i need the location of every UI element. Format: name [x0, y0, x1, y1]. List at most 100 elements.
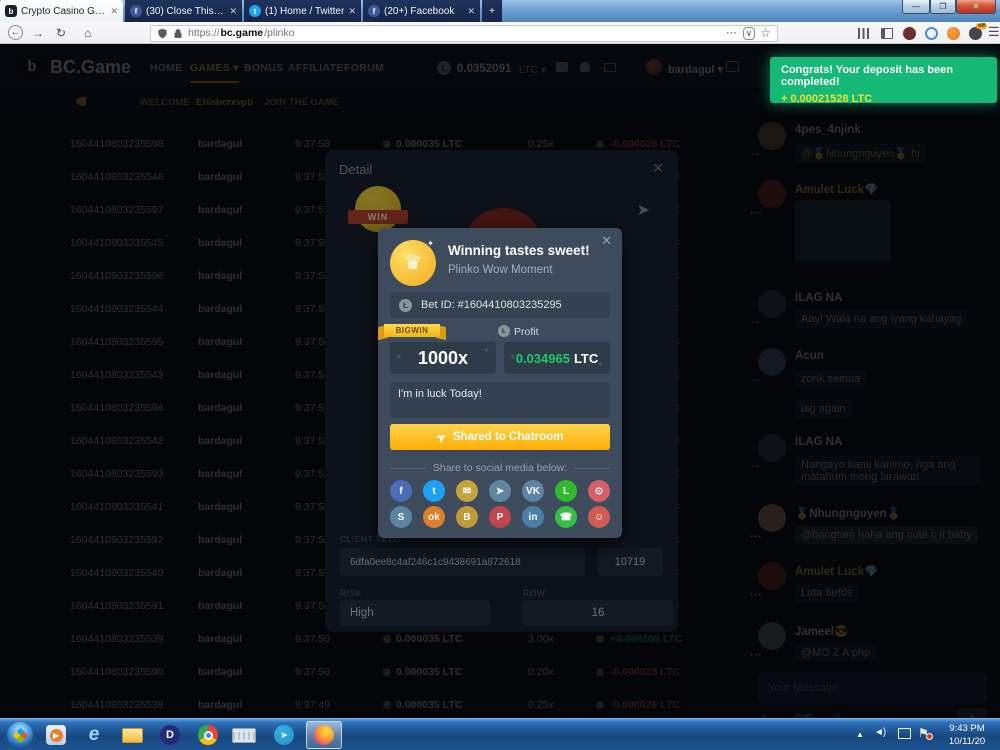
avatar[interactable]: [758, 348, 786, 376]
social-share-icon[interactable]: B: [456, 506, 478, 528]
deposit-toast[interactable]: Congrats! Your deposit has been complete…: [770, 57, 997, 103]
avatar[interactable]: [758, 180, 786, 208]
nav-bonus[interactable]: BONUS: [244, 62, 283, 74]
bcgame-logo-text[interactable]: BC.Game: [50, 57, 131, 78]
tab-crypto-casino[interactable]: b Crypto Casino Games - The 16 ✕: [0, 0, 123, 22]
social-share-icon[interactable]: f: [390, 480, 412, 502]
bet-row[interactable]: 1604410803235590 bardagul 9:37:50 0.0000…: [0, 656, 745, 689]
tray-network-icon[interactable]: [898, 728, 911, 739]
wallet-icon[interactable]: [556, 62, 568, 72]
profile-icon[interactable]: [580, 62, 590, 72]
dialog-close-icon[interactable]: ✕: [652, 160, 664, 177]
window-minimize-button[interactable]: —: [902, 0, 930, 14]
tab-twitter[interactable]: t (1) Home / Twitter ✕: [244, 0, 361, 22]
tab-close-icon[interactable]: ✕: [229, 6, 237, 17]
social-share-icon[interactable]: t: [423, 480, 445, 502]
currency-dropdown[interactable]: LTC ▾: [519, 64, 546, 76]
avatar[interactable]: [758, 434, 786, 462]
taskbar-file-explorer[interactable]: [120, 723, 144, 747]
taskbar-internet-explorer[interactable]: e: [82, 723, 106, 747]
social-share-icon[interactable]: ✉: [456, 480, 478, 502]
tab-close-icon[interactable]: ✕: [348, 6, 356, 17]
start-button[interactable]: [7, 722, 33, 748]
tab-facebook[interactable]: f (20+) Facebook ✕: [363, 0, 480, 22]
social-share-icon[interactable]: S: [390, 506, 412, 528]
social-share-icon[interactable]: ☎: [555, 506, 577, 528]
back-icon[interactable]: ←: [8, 25, 23, 40]
tab-close-icon[interactable]: ✕: [467, 6, 475, 17]
url-bar[interactable]: https://bc.game/plinko ⋯ ∨ ☆: [150, 25, 778, 42]
social-share-icon[interactable]: ⊙: [588, 480, 610, 502]
chat-username[interactable]: Amulet Luck💎: [795, 182, 878, 196]
taskbar-chrome[interactable]: [196, 723, 220, 747]
chat-username[interactable]: ILAG NA: [795, 292, 842, 304]
send-message-button[interactable]: ➤: [957, 708, 987, 718]
extension-off-icon[interactable]: off: [969, 27, 982, 40]
picture-icon[interactable]: [726, 61, 739, 72]
new-tab-button[interactable]: +: [482, 0, 502, 22]
popup-close-icon[interactable]: ✕: [601, 233, 612, 249]
avatar[interactable]: [758, 504, 786, 532]
sidebar-icon[interactable]: [881, 28, 893, 39]
chat-image-message[interactable]: [795, 200, 891, 262]
hamburger-menu-icon[interactable]: ☰: [988, 24, 1000, 40]
emoji-button[interactable]: ☺: [831, 710, 843, 718]
social-share-icon[interactable]: in: [522, 506, 544, 528]
chat-input[interactable]: [758, 672, 987, 704]
announce-username[interactable]: Ehlsbcrxvpb: [196, 97, 253, 108]
chat-username[interactable]: 🏅Nhungnguyen🏅: [795, 506, 901, 520]
taskbar-media-player[interactable]: ▶: [44, 723, 68, 747]
username[interactable]: bardagul ▾: [668, 63, 723, 76]
chat-username[interactable]: Jameel😎: [795, 624, 848, 638]
reload-icon[interactable]: ↻: [56, 25, 66, 41]
share-arrow-icon[interactable]: ➤: [637, 200, 650, 220]
social-share-icon[interactable]: ☺: [588, 506, 610, 528]
tray-action-center-flag-icon[interactable]: ⚑: [918, 726, 929, 740]
tab-close-icon[interactable]: ✕: [110, 6, 118, 17]
avatar[interactable]: [758, 562, 786, 590]
taskbar-firefox-active[interactable]: [306, 721, 342, 749]
chat-username[interactable]: Amulet Luck💎: [795, 564, 878, 578]
share-message-input[interactable]: I'm in luck Today!: [390, 382, 610, 418]
avatar[interactable]: [758, 290, 786, 318]
nav-games[interactable]: GAMES ▾: [190, 62, 239, 83]
bookmark-star-icon[interactable]: ☆: [760, 26, 771, 40]
bcgame-logo-icon[interactable]: b: [20, 55, 44, 79]
forward-icon[interactable]: →: [32, 25, 44, 41]
tray-volume-icon[interactable]: ◄): [874, 727, 885, 738]
shield-extension-icon[interactable]: [925, 27, 938, 40]
window-maximize-button[interactable]: ❐: [930, 0, 956, 14]
nav-forum[interactable]: FORUM: [344, 62, 384, 74]
tracking-shield-icon[interactable]: [157, 28, 168, 39]
mail-icon[interactable]: [604, 63, 616, 72]
taskbar-telegram[interactable]: ➤: [272, 723, 296, 747]
avatar[interactable]: [758, 622, 786, 650]
chat-username[interactable]: Acun: [795, 350, 824, 362]
window-close-button[interactable]: ✕: [956, 0, 996, 14]
social-share-icon[interactable]: ok: [423, 506, 445, 528]
taskbar-d-app[interactable]: D: [158, 723, 182, 747]
social-share-icon[interactable]: VK: [522, 480, 544, 502]
tray-clock[interactable]: 9:43 PM 10/11/20: [938, 722, 996, 748]
avatar[interactable]: [758, 122, 786, 150]
library-icon[interactable]: [858, 28, 871, 39]
chat-username[interactable]: ILAG NA: [795, 436, 842, 448]
social-share-icon[interactable]: L: [555, 480, 577, 502]
social-share-icon[interactable]: P: [489, 506, 511, 528]
bet-row[interactable]: 1604410803235538 bardagul 9:37:49 0.0000…: [0, 689, 745, 718]
pocket-icon[interactable]: ∨: [743, 27, 756, 40]
chat-username[interactable]: 4pes_4njink: [795, 124, 861, 136]
metamask-fox-icon[interactable]: [947, 27, 960, 40]
bet-id-bar: Ł Bet ID: #1604410803235295: [390, 292, 610, 318]
social-share-icon[interactable]: ➤: [489, 480, 511, 502]
taskbar-onscreen-keyboard[interactable]: [232, 723, 256, 747]
adblock-extension-icon[interactable]: [903, 27, 916, 40]
home-icon[interactable]: ⌂: [84, 25, 91, 41]
nav-home[interactable]: HOME: [150, 62, 183, 74]
tab-facebook-close[interactable]: f (30) Close This Tab ✕: [125, 0, 242, 22]
page-actions-icon[interactable]: ⋯: [726, 27, 738, 39]
user-avatar[interactable]: [646, 59, 662, 75]
tray-expand-icon[interactable]: ▲: [856, 730, 864, 739]
share-to-chatroom-button[interactable]: ➤ Shared to Chatroom: [390, 424, 610, 450]
nav-affiliate[interactable]: AFFILIATE: [288, 62, 344, 74]
